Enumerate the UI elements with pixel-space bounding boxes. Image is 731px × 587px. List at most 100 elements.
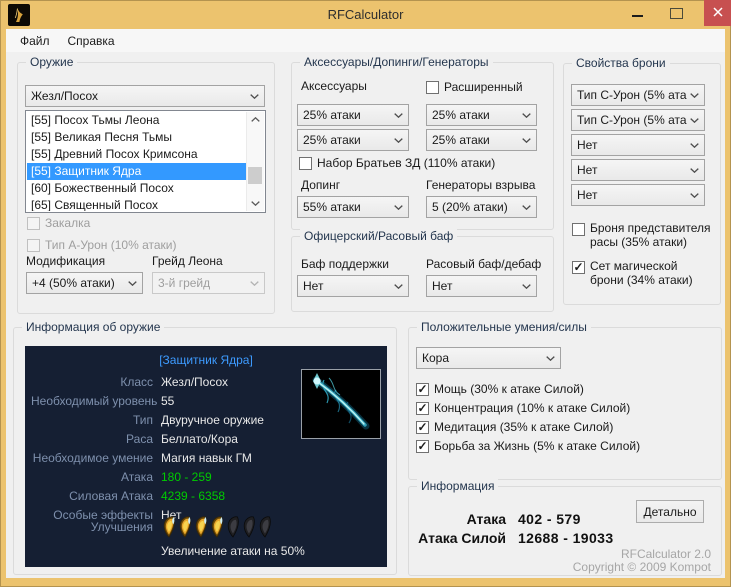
listbox-scrollbar[interactable] — [246, 112, 264, 211]
support-buff-combo[interactable]: Нет — [297, 275, 409, 297]
group-skills-title: Положительные умения/силы — [417, 320, 591, 335]
talika-lit-icon — [161, 516, 176, 538]
group-info-title: Информация — [417, 479, 498, 494]
generators-combo[interactable]: 5 (20% атаки) — [426, 196, 537, 218]
race-armor-checkbox[interactable]: Броня представителя расы (35% атаки) — [572, 221, 714, 249]
accessory-combo-1[interactable]: 25% атаки — [297, 104, 409, 126]
menu-file[interactable]: Файл — [11, 31, 59, 51]
brothers-set-checkbox[interactable]: Набор Братьев ЗД (110% атаки) — [299, 156, 495, 170]
checkbox-label: Набор Братьев ЗД (110% атаки) — [317, 156, 495, 170]
checkbox-box — [572, 223, 585, 236]
skill-checkbox-2[interactable]: Концентрация (10% к атаке Силой) — [416, 401, 640, 415]
weapon-info-row: КлассЖезл/Посох — [31, 372, 264, 391]
weapon-info-row: Атака180 - 259 — [31, 467, 264, 486]
weapon-listbox[interactable]: [55] Посох Тьмы Леона[55] Великая Песня … — [25, 110, 266, 213]
checkbox-box — [416, 383, 429, 396]
group-weapon-info-title: Информация об оружие — [22, 320, 164, 335]
checkbox-label: Сет магической брони (34% атаки) — [590, 259, 714, 287]
app-window: RFCalculator Файл Справка Оружие Жезл/По… — [0, 0, 731, 587]
weapon-image — [301, 369, 381, 439]
chevron-down-icon — [250, 94, 259, 99]
accessory-combo-4[interactable]: 25% атаки — [426, 129, 537, 151]
talika-icons — [161, 516, 272, 538]
weapon-info-row: Необходимый уровень55 — [31, 391, 264, 410]
scroll-up-icon[interactable] — [247, 112, 263, 127]
armor-combo-2[interactable]: Тип С-Урон (5% атаки) — [571, 109, 705, 131]
minimize-button[interactable] — [622, 0, 652, 26]
combo-value: +4 (50% атаки) — [32, 276, 125, 290]
weapon-type-combo[interactable]: Жезл/Посох — [25, 85, 265, 107]
weapon-info-row: Силовая Атака4239 - 6358 — [31, 486, 264, 505]
list-item[interactable]: [55] Посох Тьмы Леона — [27, 112, 247, 129]
combo-value: 25% атаки — [432, 133, 519, 147]
extended-checkbox[interactable]: Расширенный — [426, 80, 523, 94]
skill-checkbox-3[interactable]: Медитация (35% к атаке Силой) — [416, 420, 640, 434]
close-button[interactable] — [704, 0, 731, 26]
list-item[interactable]: [55] Великая Песня Тьмы — [27, 129, 247, 146]
generators-label: Генераторы взрыва — [426, 178, 535, 192]
type-a-damage-checkbox: Тип А-Урон (10% атаки) — [27, 238, 176, 252]
armor-combo-5[interactable]: Нет — [571, 184, 705, 206]
combo-value: Нет — [577, 138, 687, 152]
combo-value: Нет — [577, 188, 687, 202]
weapon-info-row: РасаБеллато/Кора — [31, 429, 264, 448]
support-buff-label: Баф поддержки — [301, 257, 389, 271]
modification-label: Модификация — [26, 254, 105, 268]
attack-row: Атака 402 - 579 — [409, 509, 721, 528]
chevron-down-icon — [690, 168, 699, 173]
armor-combo-4[interactable]: Нет — [571, 159, 705, 181]
checkbox-label: Закалка — [45, 216, 90, 230]
skills-race-combo[interactable]: Кора — [416, 347, 561, 369]
doping-combo[interactable]: 55% атаки — [297, 196, 409, 218]
weapon-list-items: [55] Посох Тьмы Леона[55] Великая Песня … — [27, 112, 247, 211]
info-label: Необходимое умение — [31, 451, 153, 465]
attack-value: 402 - 579 — [518, 511, 581, 527]
accessory-combo-2[interactable]: 25% атаки — [426, 104, 537, 126]
combo-value: 25% атаки — [303, 133, 391, 147]
group-armor-title: Свойства брони — [572, 56, 670, 71]
chevron-down-icon — [394, 205, 403, 210]
scroll-down-icon[interactable] — [247, 196, 263, 211]
race-buff-combo[interactable]: Нет — [426, 275, 537, 297]
armor-combo-3[interactable]: Нет — [571, 134, 705, 156]
magic-armor-set-checkbox[interactable]: Сет магической брони (34% атаки) — [572, 259, 714, 287]
checkbox-label: Медитация (35% к атаке Силой) — [434, 420, 613, 434]
talika-lit-icon — [193, 516, 208, 538]
chevron-down-icon — [394, 138, 403, 143]
info-label: Атака — [31, 470, 153, 484]
accessory-combo-3[interactable]: 25% атаки — [297, 129, 409, 151]
list-item[interactable]: [65] Священный Посох — [27, 197, 247, 211]
combo-value: Нет — [432, 279, 519, 293]
group-buffs-title: Офицерский/Расовый баф — [300, 229, 457, 244]
checkbox-box — [426, 81, 439, 94]
combo-value: Жезл/Посох — [31, 89, 247, 103]
info-value: Двуручное оружие — [161, 413, 264, 427]
weapon-info-rows: КлассЖезл/ПосохНеобходимый уровень55ТипД… — [31, 372, 264, 524]
chevron-down-icon — [394, 284, 403, 289]
list-item[interactable]: [60] Божественный Посох — [27, 180, 247, 197]
leon-grade-label: Грейд Леона — [152, 254, 223, 268]
menubar: Файл Справка — [6, 29, 725, 52]
modification-combo[interactable]: +4 (50% атаки) — [26, 272, 143, 294]
group-weapon-info: Информация об оружие [Защитник Ядра] Кла… — [13, 327, 397, 575]
talika-lit-icon — [177, 516, 192, 538]
group-info: Информация Детально Атака 402 - 579 Атак… — [408, 486, 722, 576]
skill-checkbox-4[interactable]: Борьба за Жизнь (5% к атаке Силой) — [416, 439, 640, 453]
menu-help[interactable]: Справка — [59, 31, 124, 51]
checkbox-box — [416, 402, 429, 415]
force-attack-label: Атака Силой — [409, 530, 506, 546]
list-item[interactable]: [55] Древний Посох Кримсона — [27, 146, 247, 163]
skill-checkbox-1[interactable]: Мощь (30% к атаке Силой) — [416, 382, 640, 396]
group-armor: Свойства брони Тип С-Урон (5% атаки)Тип … — [563, 63, 721, 305]
checkbox-label: Расширенный — [444, 80, 523, 94]
chevron-down-icon — [690, 143, 699, 148]
accessories-label: Аксессуары — [301, 79, 367, 93]
chevron-down-icon — [250, 281, 259, 286]
armor-combo-1[interactable]: Тип С-Урон (5% атаки) — [571, 84, 705, 106]
scrollbar-thumb[interactable] — [248, 167, 262, 184]
chevron-down-icon — [690, 118, 699, 123]
close-icon — [713, 4, 723, 22]
group-weapon: Оружие Жезл/Посох [55] Посох Тьмы Леона[… — [17, 62, 275, 314]
list-item[interactable]: [55] Защитник Ядра — [27, 163, 247, 180]
maximize-button[interactable] — [660, 0, 692, 26]
